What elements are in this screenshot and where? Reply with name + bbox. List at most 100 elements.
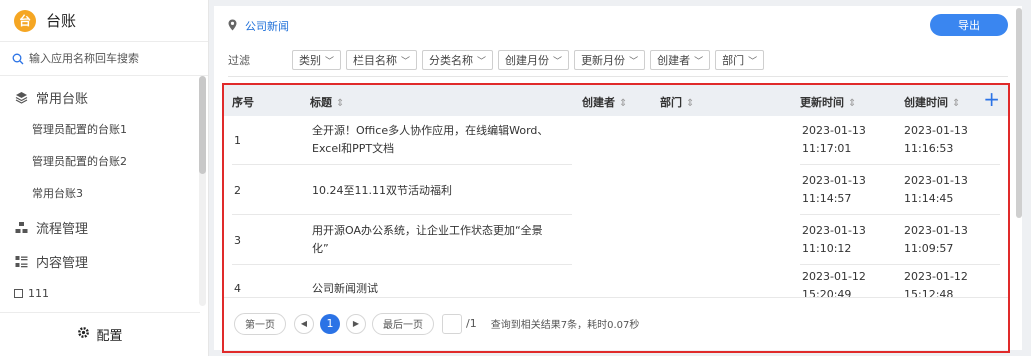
sort-icon[interactable]: ⇕ — [336, 98, 344, 109]
search-icon — [12, 53, 24, 64]
sort-icon[interactable]: ⇕ — [686, 98, 694, 109]
sidebar-group-common[interactable]: 常用台账 — [0, 80, 208, 114]
col-header-dept[interactable]: 部门 ⇕ — [660, 94, 694, 110]
page-total: /1 — [466, 317, 477, 330]
cell-title[interactable]: 全开源！Office多人协作应用，在线编辑Word、 Excel和PPT文档 — [312, 122, 548, 158]
filter-column-name[interactable]: 栏目名称 ﹀ — [346, 50, 418, 70]
updated-date: 2023-01-12 — [802, 270, 866, 283]
first-page-button[interactable]: 第一页 — [234, 312, 286, 335]
col-header-text: 创建者 — [582, 96, 615, 109]
last-page-button[interactable]: 最后一页 — [372, 312, 434, 335]
created-time: 15:12:48 — [904, 288, 954, 297]
filter-category[interactable]: 类别 ﹀ — [292, 50, 342, 70]
row-divider — [800, 214, 1000, 215]
sidebar-search — [0, 42, 208, 76]
pagination: 第一页 ◀ 1 ▶ 最后一页 /1 查询到相关结果7条，耗时0.07秒 — [224, 297, 1008, 349]
scrollbar-thumb[interactable] — [199, 76, 206, 174]
scrollbar-thumb[interactable] — [1016, 8, 1022, 218]
sidebar-group-process[interactable]: 流程管理 — [0, 210, 208, 244]
title-line-2: Excel和PPT文档 — [312, 142, 395, 155]
app-logo-icon: 台 — [14, 9, 36, 32]
next-page-icon[interactable]: ▶ — [346, 313, 366, 334]
cell-title[interactable]: 公司新闻测试 — [312, 280, 378, 297]
chevron-down-icon: ﹀ — [694, 56, 704, 67]
created-time: 11:14:45 — [904, 192, 954, 205]
col-header-text: 创建时间 — [904, 96, 948, 109]
main-panel: 公司新闻 导出 过滤 类别 ﹀ 栏目名称 ﹀ 分类名称 ﹀ 创建月份 ﹀ 更新月份 ﹀ 创… — [214, 6, 1022, 353]
sidebar-item-ledger-3[interactable]: 常用台账3 — [0, 178, 208, 210]
created-date: 2023-01-12 — [904, 270, 968, 283]
created-time: 11:09:57 — [904, 242, 954, 255]
export-button[interactable]: 导出 — [930, 14, 1008, 36]
sidebar-item-ledger-1[interactable]: 管理员配置的台账1 — [0, 114, 208, 146]
page-number-input[interactable] — [442, 313, 462, 334]
title-line-1: 用开源OA办公系统，让企业工作状态更加“全景 — [312, 224, 543, 237]
cell-created: 2023-01-13 11:16:53 — [904, 122, 968, 158]
sidebar-group-content[interactable]: 内容管理 — [0, 244, 208, 278]
filter-class-name[interactable]: 分类名称 ﹀ — [422, 50, 494, 70]
row-divider — [232, 214, 572, 215]
current-page-button[interactable]: 1 — [320, 313, 340, 334]
filter-text: 更新月份 — [581, 54, 626, 67]
filter-text: 栏目名称 — [353, 54, 398, 67]
filter-creator[interactable]: 创建者 ﹀ — [650, 50, 711, 70]
filter-text: 部门 — [722, 54, 745, 67]
filter-text: 分类名称 — [429, 54, 474, 67]
filter-text: 类别 — [299, 54, 321, 67]
cell-title[interactable]: 10.24至11.11双节活动福利 — [312, 182, 452, 200]
divider — [228, 76, 1008, 77]
chevron-down-icon: ﹀ — [401, 56, 411, 67]
breadcrumb-link[interactable]: 公司新闻 — [245, 18, 289, 34]
config-button[interactable]: 配置 — [0, 312, 200, 356]
sort-icon[interactable]: ⇕ — [619, 98, 627, 109]
cell-updated: 2023-01-13 11:10:12 — [802, 222, 866, 258]
table-row[interactable]: 1 全开源！Office多人协作应用，在线编辑Word、 Excel和PPT文档 … — [224, 117, 1008, 165]
sidebar-item-ledger-2[interactable]: 管理员配置的台账2 — [0, 146, 208, 178]
cell-no: 1 — [234, 134, 241, 147]
col-header-creator[interactable]: 创建者 ⇕ — [582, 94, 627, 110]
table-row[interactable]: 3 用开源OA办公系统，让企业工作状态更加“全景 化” 2023-01-13 11:… — [224, 217, 1008, 265]
col-header-text: 更新时间 — [800, 96, 844, 109]
table-row[interactable]: 2 10.24至11.11双节活动福利 2023-01-13 11:14:57 2… — [224, 167, 1008, 215]
col-header-title[interactable]: 标题 ⇕ — [310, 94, 344, 110]
row-divider — [800, 164, 1000, 165]
sidebar-item-111[interactable]: 111 — [0, 278, 208, 308]
updated-time: 11:14:57 — [802, 192, 852, 205]
location-pin-icon — [228, 19, 237, 34]
cell-title[interactable]: 用开源OA办公系统，让企业工作状态更加“全景 化” — [312, 222, 543, 258]
chevron-down-icon: ﹀ — [325, 56, 335, 67]
col-header-text: 部门 — [660, 96, 682, 109]
search-input[interactable] — [29, 52, 189, 65]
filter-department[interactable]: 部门 ﹀ — [715, 50, 765, 70]
updated-time: 15:20:49 — [802, 288, 852, 297]
col-header-created[interactable]: 创建时间 ⇕ — [904, 94, 960, 110]
cell-created: 2023-01-13 11:09:57 — [904, 222, 968, 258]
sort-icon[interactable]: ⇕ — [848, 98, 856, 109]
sidebar-scrollbar[interactable] — [199, 76, 206, 306]
updated-date: 2023-01-13 — [802, 224, 866, 237]
cell-no: 2 — [234, 184, 241, 197]
title-line-1: 全开源！Office多人协作应用，在线编辑Word、 — [312, 124, 549, 137]
sidebar-item-label: 111 — [28, 286, 49, 300]
result-summary: 查询到相关结果7条，耗时0.07秒 — [490, 320, 640, 331]
chevron-down-icon: ﹀ — [748, 56, 758, 67]
sidebar-group-label: 流程管理 — [36, 221, 89, 237]
created-date: 2023-01-13 — [904, 174, 968, 187]
table-row[interactable]: 4 公司新闻测试 2023-01-12 15:20:49 2023-01-12 15… — [224, 265, 1008, 297]
chevron-down-icon: ﹀ — [629, 56, 639, 67]
cell-created: 2023-01-13 11:14:45 — [904, 172, 968, 208]
prev-page-icon[interactable]: ◀ — [294, 313, 314, 334]
flow-icon — [14, 220, 28, 234]
cell-updated: 2023-01-13 11:17:01 — [802, 122, 866, 158]
filter-updated-month[interactable]: 更新月份 ﹀ — [574, 50, 646, 70]
sidebar-group-label: 内容管理 — [36, 255, 89, 271]
col-header-updated[interactable]: 更新时间 ⇕ — [800, 94, 856, 110]
filter-created-month[interactable]: 创建月份 ﹀ — [498, 50, 570, 70]
sort-icon[interactable]: ⇕ — [952, 98, 960, 109]
breadcrumb: 公司新闻 — [228, 18, 289, 34]
add-column-icon[interactable]: + — [983, 87, 1000, 111]
main-scrollbar[interactable] — [1016, 8, 1022, 218]
table-header: 序号 标题 ⇕ 创建者 ⇕ 部门 ⇕ 更新时间 ⇕ 创建时间 ⇕ + — [224, 85, 1008, 116]
config-label: 配置 — [96, 329, 123, 344]
updated-date: 2023-01-13 — [802, 174, 866, 187]
